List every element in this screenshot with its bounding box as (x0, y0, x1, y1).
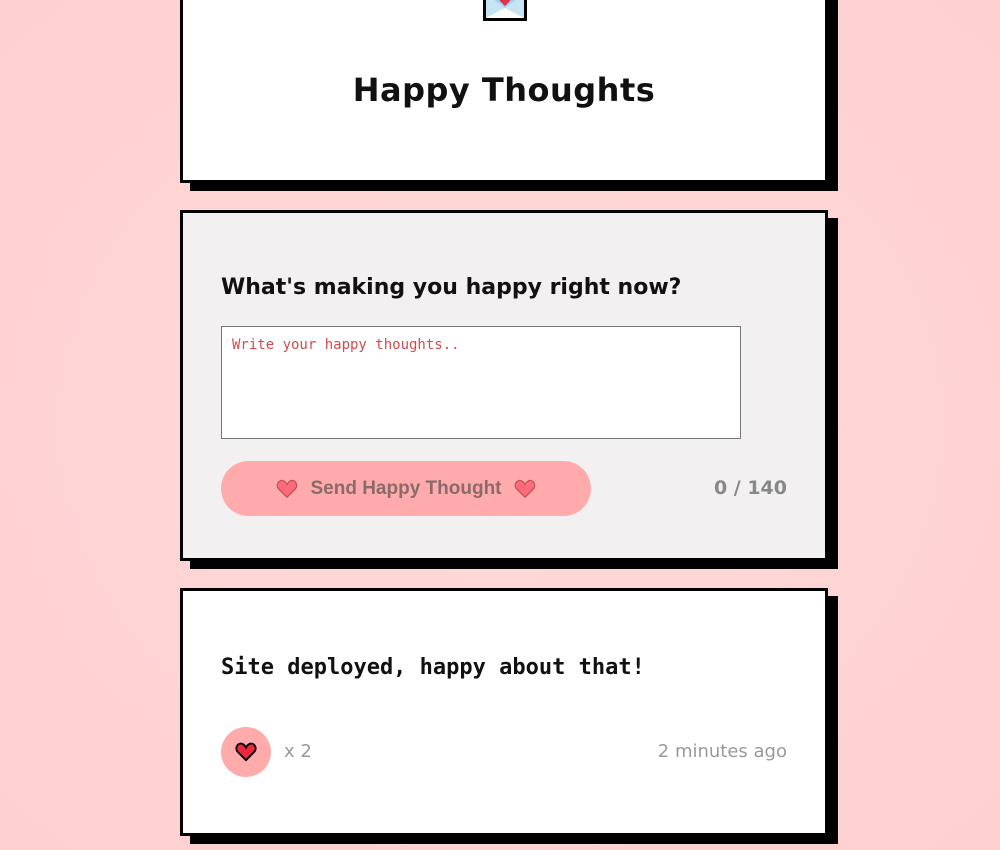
thought-timestamp: 2 minutes ago (657, 741, 787, 762)
thought-message: Site deployed, happy about that! (221, 655, 645, 680)
heart-icon (514, 479, 536, 499)
like-count: x 2 (284, 741, 312, 762)
heart-icon (276, 479, 298, 499)
page-title: Happy Thoughts (352, 71, 656, 109)
thought-card: Site deployed, happy about that! x 2 2 m… (180, 588, 828, 836)
character-counter: 0 / 140 (713, 477, 787, 499)
envelope-heart-icon (483, 0, 527, 21)
like-button[interactable] (221, 727, 271, 777)
send-button-label: Send Happy Thought (310, 477, 502, 499)
header-card: Happy Thoughts (180, 0, 828, 183)
form-prompt: What's making you happy right now? (221, 275, 682, 300)
heart-icon (235, 742, 257, 762)
thought-form-card: What's making you happy right now? Send … (180, 210, 828, 561)
thought-textarea[interactable] (221, 326, 741, 439)
send-thought-button[interactable]: Send Happy Thought (221, 461, 591, 516)
